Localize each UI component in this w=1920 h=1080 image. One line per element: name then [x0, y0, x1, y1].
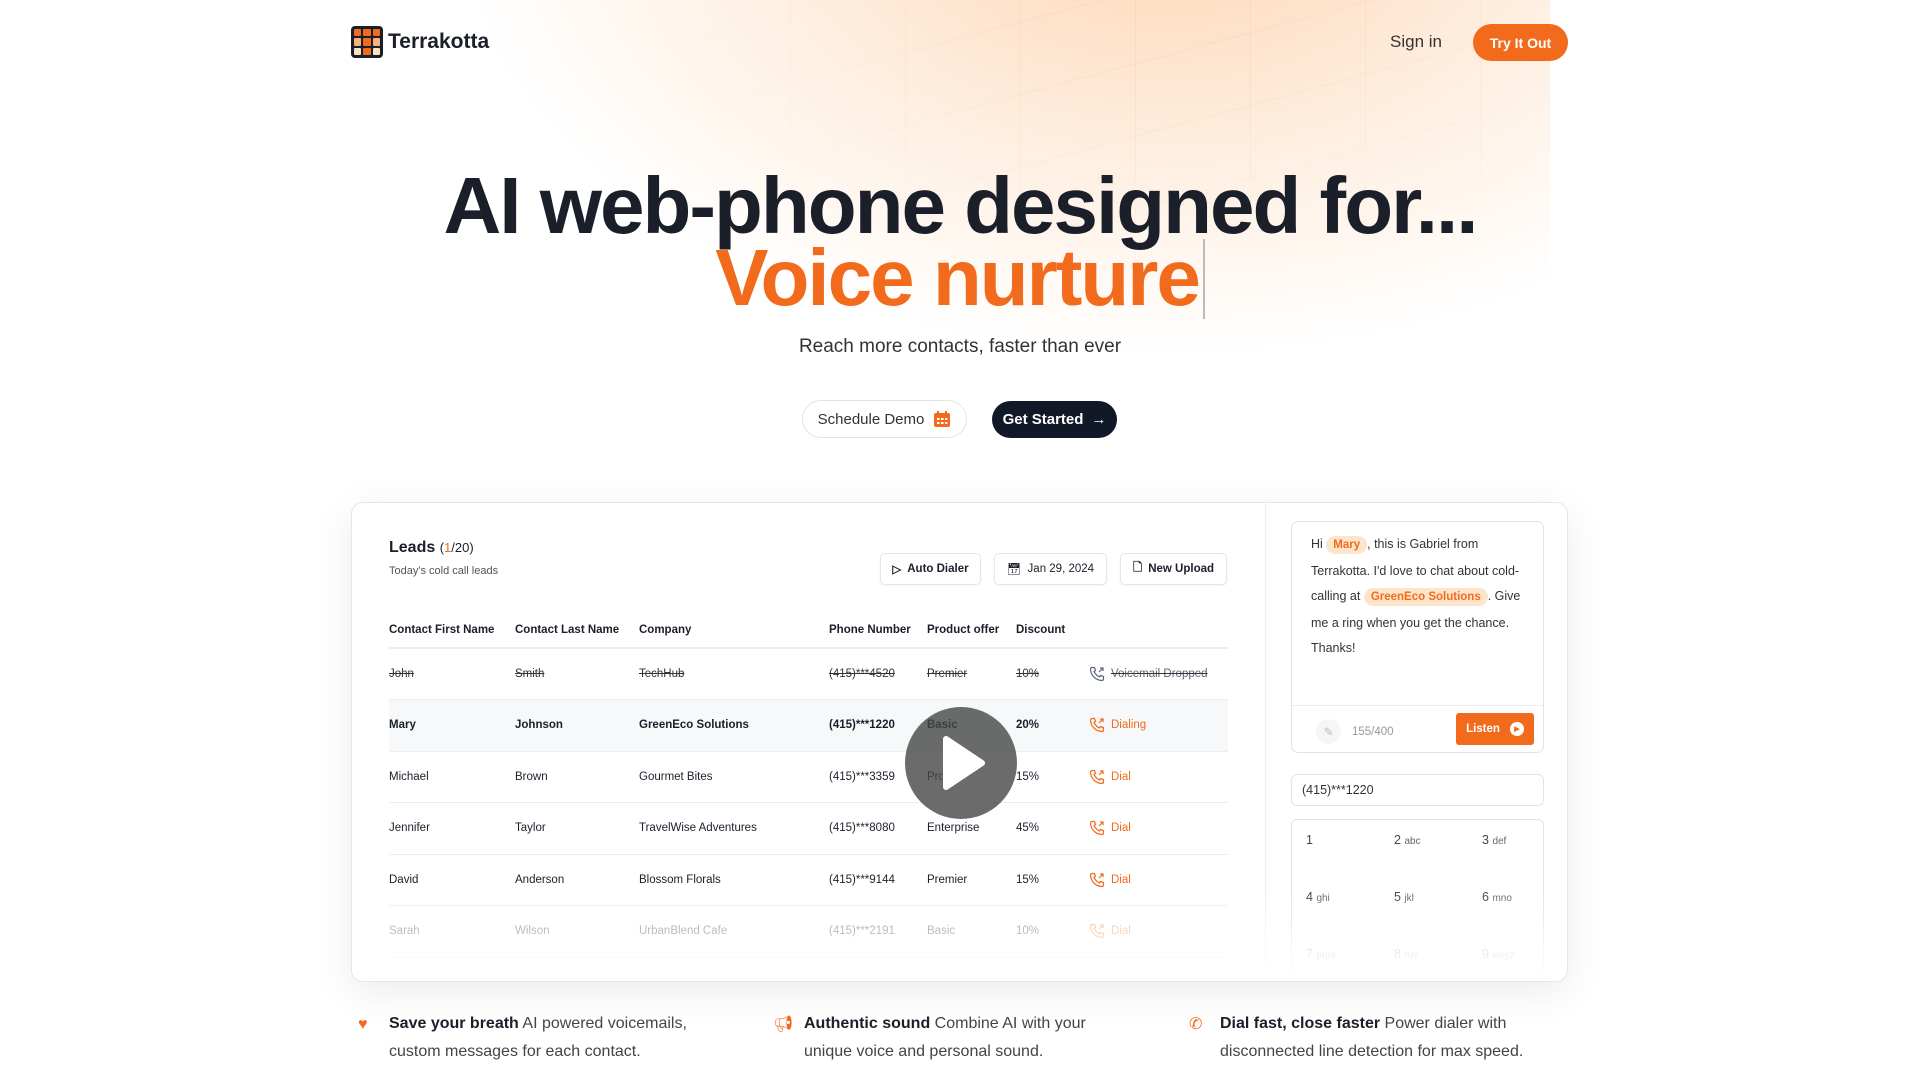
status-label: Dialing: [1111, 719, 1147, 732]
dial-status[interactable]: Dial: [1089, 872, 1228, 888]
product-demo-card: Leads (1/20) Today's cold call leads ▷ Au…: [351, 502, 1568, 982]
cell-status[interactable]: Voicemail Dropped: [1089, 648, 1228, 700]
status-label: Voicemail Dropped: [1111, 668, 1208, 680]
get-started-label: Get Started: [1002, 411, 1084, 428]
leads-title: Leads (1/20): [389, 539, 474, 556]
cell-discount: 45%: [1016, 802, 1089, 855]
char-count: 155/400: [1352, 726, 1394, 738]
cell-status[interactable]: Dialing: [1089, 699, 1228, 752]
sign-in-link[interactable]: Sign in: [1390, 32, 1442, 52]
company-variable-chip[interactable]: GreenEco Solutions: [1363, 588, 1488, 606]
dial-status[interactable]: Dialing: [1089, 717, 1228, 733]
leads-subtitle: Today's cold call leads: [389, 565, 499, 577]
listen-button[interactable]: Listen ▶: [1456, 713, 1534, 745]
hero-subtitle: Reach more contacts, faster than ever: [798, 336, 1122, 357]
cell-status[interactable]: Dial: [1089, 802, 1228, 855]
phone-icon: ✆: [1189, 1016, 1203, 1033]
try-it-out-button[interactable]: Try It Out: [1473, 24, 1568, 61]
message-text[interactable]: Hi Mary, this is Gabriel from Terrakotta…: [1311, 532, 1529, 662]
dial-status[interactable]: Voicemail Dropped: [1089, 666, 1228, 682]
calendar-icon: [934, 411, 951, 427]
phone-outgoing-icon: [1089, 769, 1105, 785]
cell-first: Jennifer: [389, 802, 515, 855]
cell-first: Michael: [389, 751, 515, 803]
cell-discount: 10%: [1016, 648, 1089, 700]
column-header: Contact Last Name: [515, 613, 639, 649]
feature-item: ♥ Save your breath AI powered voicemails,…: [358, 1010, 698, 1066]
column-header: Discount: [1016, 613, 1089, 649]
phone-outgoing-icon: [1089, 666, 1105, 682]
feature-item: ✆ Dial fast, close faster Power dialer wi…: [1189, 1010, 1529, 1066]
rotating-word-text: Voice nurture: [715, 233, 1201, 322]
cell-company: GreenEco Solutions: [639, 699, 829, 752]
keypad-key[interactable]: 1: [1306, 833, 1313, 847]
schedule-demo-label: Schedule Demo: [817, 410, 925, 428]
status-label: Dial: [1111, 873, 1131, 886]
cell-product: Premier: [927, 648, 1016, 700]
dial-status[interactable]: Dial: [1089, 820, 1228, 836]
cell-first: Mary: [389, 699, 515, 752]
feature-item: 📢︎ Authentic sound Combine AI with your u…: [773, 1010, 1113, 1066]
calendar-icon: 📅︎: [1006, 564, 1022, 576]
play-outline-icon: ▷: [892, 564, 902, 576]
brand-name: Terrakotta: [388, 30, 490, 53]
column-header-status: [1089, 613, 1228, 649]
cell-phone: (415)***4520: [829, 648, 927, 700]
cell-company: Gourmet Bites: [639, 751, 829, 803]
status-label: Dial: [1111, 822, 1131, 835]
feature-title: Save your breath: [389, 1015, 519, 1032]
play-video-button[interactable]: [905, 707, 1017, 819]
play-icon: [943, 736, 985, 790]
cell-discount: 15%: [1016, 751, 1089, 803]
new-upload-button[interactable]: 🗋 New Upload: [1120, 553, 1227, 585]
column-header: Company: [639, 613, 829, 649]
hero-rotating-word: Voice nurture: [0, 232, 1920, 324]
phone-outgoing-icon: [1089, 872, 1105, 888]
table-row[interactable]: MichaelBrownGourmet Bites(415)***3359Pro…: [389, 751, 1228, 803]
table-row[interactable]: Jennifer Taylor TravelWise Adventures (415)…: [389, 802, 1228, 855]
logo[interactable]: Terrakotta: [351, 26, 489, 58]
name-variable-chip[interactable]: Mary: [1326, 536, 1368, 554]
dial-status[interactable]: Dial: [1089, 769, 1228, 785]
arrow-right-icon: →: [1091, 411, 1107, 428]
cell-company: TravelWise Adventures: [639, 802, 829, 855]
column-header: Contact First Name: [389, 613, 515, 649]
play-circle-icon: ▶: [1509, 722, 1524, 736]
voicemail-message-editor[interactable]: Hi Mary, this is Gabriel from Terrakotta…: [1291, 521, 1544, 753]
cell-phone: (415)***8080: [829, 802, 927, 855]
table-row[interactable]: John Smith TechHub (415)***4520 Premier 10% Vo…: [389, 648, 1228, 700]
bottom-fade: [352, 891, 1567, 981]
table-row[interactable]: Mary Johnson GreenEco Solutions (415)***122…: [389, 699, 1228, 752]
get-started-button[interactable]: Get Started →: [992, 401, 1117, 438]
feature-title: Dial fast, close faster: [1220, 1015, 1381, 1032]
logo-grid-icon: [351, 26, 383, 58]
phone-outgoing-icon: [1089, 820, 1105, 836]
cell-last: Brown: [515, 751, 639, 803]
cell-status[interactable]: Dial: [1089, 751, 1228, 803]
status-label: Dial: [1111, 770, 1131, 783]
text-caret: [1202, 239, 1205, 319]
cell-company: TechHub: [639, 648, 829, 700]
megaphone-icon: 📢︎: [773, 1016, 794, 1033]
cell-last: Johnson: [515, 699, 639, 752]
cell-last: Smith: [515, 648, 639, 700]
cell-last: Taylor: [515, 802, 639, 855]
message-footer: ✎ 155/400 Listen ▶: [1292, 705, 1543, 745]
column-header: Product offer: [927, 613, 1016, 649]
auto-dialer-button[interactable]: ▷ Auto Dialer: [880, 553, 981, 585]
file-plus-icon: 🗋: [1132, 561, 1143, 574]
keypad-key[interactable]: 2 abc: [1394, 833, 1421, 847]
phone-number-input[interactable]: (415)***1220: [1291, 774, 1544, 806]
keypad-key[interactable]: 3 def: [1482, 833, 1506, 847]
pencil-icon[interactable]: ✎: [1316, 719, 1341, 744]
column-header: Phone Number: [829, 613, 927, 649]
phone-outgoing-icon: [1089, 717, 1105, 733]
date-picker-button[interactable]: 📅︎ Jan 29, 2024: [994, 553, 1107, 585]
schedule-demo-button[interactable]: Schedule Demo: [802, 400, 967, 438]
cell-discount: 20%: [1016, 699, 1089, 752]
feature-title: Authentic sound: [804, 1015, 931, 1032]
heart-icon: ♥: [358, 1016, 368, 1033]
cell-first: John: [389, 648, 515, 700]
